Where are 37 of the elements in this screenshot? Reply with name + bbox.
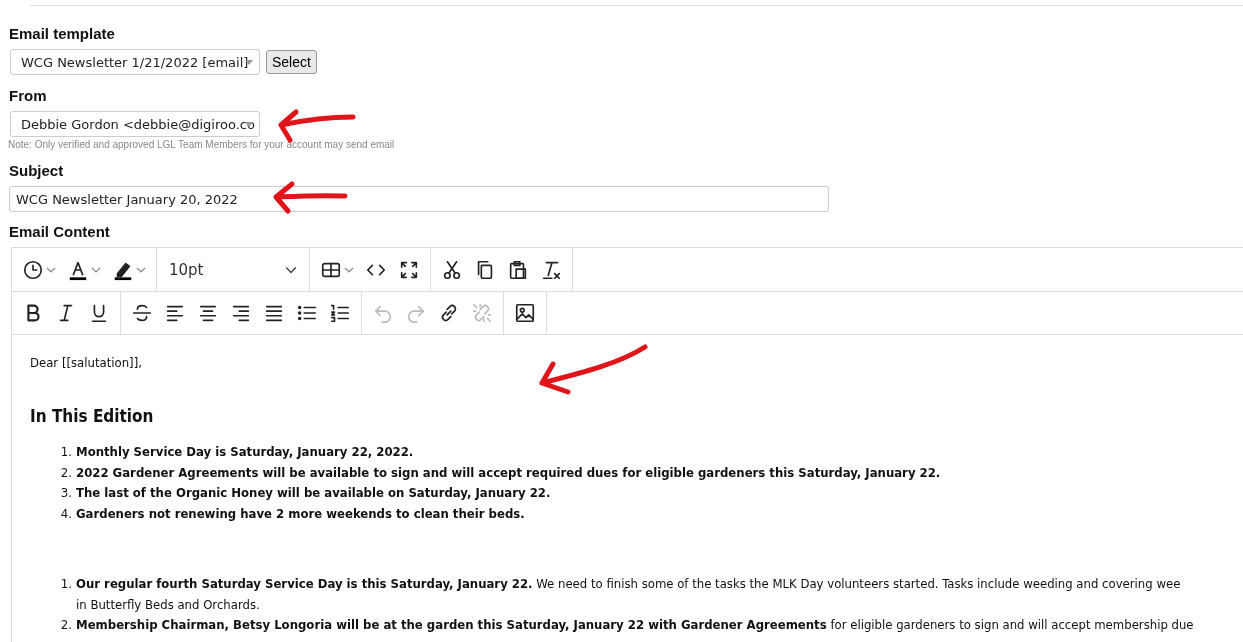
list-item-text: Membership Chairman, Betsy Longoria will be at the garden this Saturday, January 22 with Gardener Agreements for eligible gardeners to sign and will accept membership due xyxy=(76,616,1194,634)
strike-icon xyxy=(131,302,153,324)
chevron-icon xyxy=(136,266,146,273)
paste-icon xyxy=(507,258,529,281)
chevron-icon xyxy=(46,266,56,273)
list-item-text: 2022 Gardener Agreements will be available to sign and will accept required dues for eligible gardeners this Saturday, January 22. xyxy=(76,463,941,482)
from-dropdown[interactable]: Debbie Gordon <debbie@digiroo.co xyxy=(10,111,260,137)
greeting-text: Dear [[salutation]], xyxy=(30,355,143,370)
chevron-icon xyxy=(91,266,101,273)
list-number: 4. xyxy=(59,504,72,523)
list-number: 3. xyxy=(59,484,72,502)
field-label: From xyxy=(9,87,48,105)
list-item-text: The last of the Organic Honey will be available on Saturday, January 22. xyxy=(76,484,551,502)
list-number: 1. xyxy=(59,575,72,593)
unlink-icon xyxy=(471,302,493,324)
section-heading: In This Edition xyxy=(30,406,155,426)
chevron-icon xyxy=(344,266,354,273)
field-label: Email Content xyxy=(9,223,111,241)
note-text: Note: Only verified and approved LGL Team Members for your account may send email xyxy=(8,139,396,150)
list-item-text: Gardeners not renewing have 2 more weekends to clean their beds. xyxy=(76,504,525,523)
field-label: Email template xyxy=(9,25,116,43)
select-button[interactable]: Select xyxy=(266,50,317,74)
font-size-dropdown[interactable]: 10pt xyxy=(163,260,303,279)
clock-icon xyxy=(22,258,44,281)
list-item-text: Our regular fourth Saturday Service Day is this Saturday, January 22. We need to finish some of the tasks the MLK Day volunteers started. Tasks include weeding and covering wee xyxy=(76,575,1181,593)
list-number: 1. xyxy=(59,443,72,461)
list-number: 2. xyxy=(59,616,72,634)
subject-field[interactable]: WCG Newsletter January 20, 2022 xyxy=(9,186,829,212)
list-item-text: Monthly Service Day is Saturday, January 22, 2022. xyxy=(76,443,414,461)
template-dropdown[interactable]: WCG Newsletter 1/21/2022 [email] xyxy=(10,49,260,75)
list-item-text: in Butterfly Beds and Orchards. xyxy=(76,595,261,614)
numbers-icon xyxy=(329,302,351,324)
list-number: 2. xyxy=(59,463,72,482)
image-icon xyxy=(514,302,536,324)
chevron-icon xyxy=(285,265,297,274)
cut-icon xyxy=(441,258,463,281)
field-label: Subject xyxy=(9,162,65,180)
